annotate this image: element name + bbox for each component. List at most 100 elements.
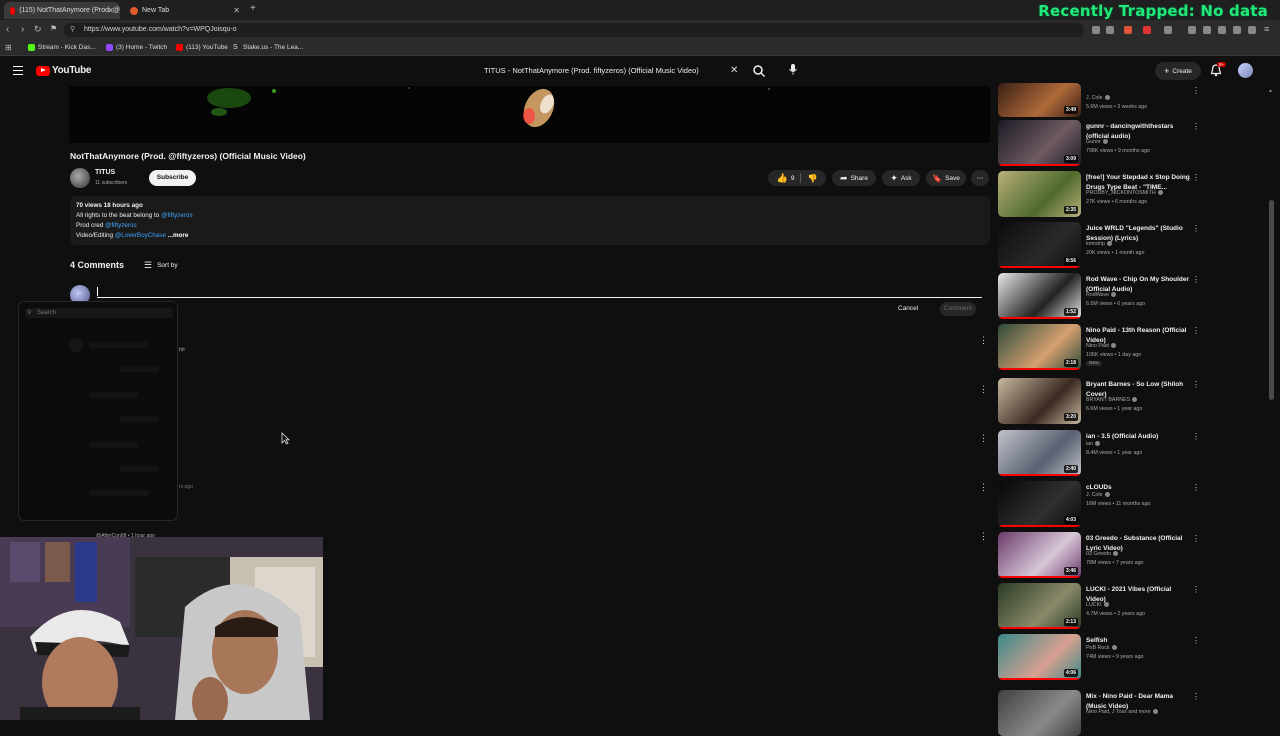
- recommended-channel[interactable]: J. Cole: [1086, 492, 1110, 498]
- mention-link[interactable]: @fiftyzeros: [161, 212, 193, 219]
- apps-grid-icon[interactable]: ⊞: [5, 43, 12, 52]
- recommended-video[interactable]: 4:03 cLOUDs J. Cole 16M views • 11 months a…: [998, 481, 1278, 527]
- show-more-link[interactable]: ...more: [168, 232, 189, 239]
- recommended-channel[interactable]: 03 Greedo: [1086, 551, 1119, 557]
- plus-icon[interactable]: +: [250, 3, 256, 14]
- description-box[interactable]: 70 views 18 hours ago All rights to the …: [70, 196, 990, 245]
- extension-icon[interactable]: [1188, 26, 1196, 34]
- like-button[interactable]: 👍 9: [777, 173, 795, 184]
- close-tab-icon[interactable]: ✕: [233, 6, 240, 15]
- recommended-video[interactable]: 1:52 Rod Wave - Chip On My Shoulder (Offi…: [998, 273, 1278, 319]
- recommended-channel[interactable]: Nino Paid, J Toss and more: [1086, 709, 1158, 715]
- brave-shield-icon[interactable]: [1124, 26, 1132, 34]
- comment-options-icon[interactable]: ⋮: [979, 384, 988, 395]
- video-thumbnail[interactable]: 3:09: [998, 120, 1081, 166]
- recommended-channel[interactable]: ian: [1086, 441, 1101, 447]
- recommended-video[interactable]: 3:46 03 Greedo - Substance (Official Lyri…: [998, 532, 1278, 578]
- recommended-video-title[interactable]: ian - 3.5 (Official Audio): [1086, 432, 1190, 442]
- video-options-icon[interactable]: ⋮: [1192, 534, 1200, 543]
- recommended-video[interactable]: 3:20 Bryant Barnes - So Low (Shiloh Cover…: [998, 378, 1278, 424]
- close-tab-icon[interactable]: ✕: [107, 6, 114, 15]
- search-input[interactable]: TITUS - NotThatAnymore (Prod. fiftyzeros…: [476, 60, 746, 82]
- video-thumbnail[interactable]: 2:18: [998, 324, 1081, 370]
- recommended-channel[interactable]: LUCKI: [1086, 602, 1109, 608]
- sort-by-button[interactable]: ☰ Sort by: [144, 260, 178, 271]
- video-options-icon[interactable]: ⋮: [1192, 173, 1200, 182]
- tab-youtube-video[interactable]: (115) NotThatAnymore (Prod. @ ✕: [4, 2, 120, 19]
- recommended-video[interactable]: 2:13 LUCKI - 2021 Vibes (Official Video) L…: [998, 583, 1278, 629]
- recommended-video[interactable]: 8:56 Juice WRLD "Legends" (Studio Session…: [998, 222, 1278, 268]
- more-actions-icon[interactable]: ⋯: [971, 170, 989, 186]
- comment-options-icon[interactable]: ⋮: [979, 531, 988, 542]
- video-options-icon[interactable]: ⋮: [1192, 275, 1200, 284]
- recommended-channel[interactable]: PnB Rock: [1086, 645, 1117, 651]
- video-options-icon[interactable]: ⋮: [1192, 380, 1200, 389]
- video-thumbnail[interactable]: 1:52: [998, 273, 1081, 319]
- channel-name[interactable]: TITUS: [95, 169, 115, 176]
- share-button[interactable]: ➦ Share: [832, 170, 876, 186]
- emoji-search-input[interactable]: ⚲ Search: [25, 308, 173, 318]
- recommended-video[interactable]: 2:40 ian - 3.5 (Official Audio) ian 8.4M vi…: [998, 430, 1278, 476]
- recommended-video[interactable]: 4:06 Selfish PnB Rock 74M views • 9 years a…: [998, 634, 1278, 680]
- video-options-icon[interactable]: ⋮: [1192, 326, 1200, 335]
- comment-submit-button[interactable]: Comment: [940, 302, 976, 316]
- video-options-icon[interactable]: ⋮: [1192, 636, 1200, 645]
- comment-options-icon[interactable]: ⋮: [979, 335, 988, 346]
- recommended-channel[interactable]: BRYANT BARNES: [1086, 397, 1138, 403]
- bookmark-stake[interactable]: S Stake.us - The Lea...: [233, 44, 303, 51]
- video-thumbnail[interactable]: 8:56: [998, 222, 1081, 268]
- search-icon[interactable]: [752, 64, 766, 78]
- recommended-channel[interactable]: PRODBY_NICKONTOSMITH: [1086, 190, 1163, 196]
- recommended-channel[interactable]: RodWave: [1086, 292, 1117, 298]
- thumbs-down-icon[interactable]: 👎: [807, 174, 817, 183]
- bookmark-icon[interactable]: ⚑: [50, 24, 57, 33]
- recommended-video[interactable]: 2:35 [free!] Your Stepdad x Stop Doing Dr…: [998, 171, 1278, 217]
- comment-options-icon[interactable]: ⋮: [979, 433, 988, 444]
- mention-link[interactable]: @fiftyzeros: [105, 222, 137, 229]
- account-avatar[interactable]: [1238, 63, 1253, 78]
- recommended-video[interactable]: Mix - Nino Paid - Dear Mama (Music Video…: [998, 690, 1278, 736]
- clear-search-icon[interactable]: ✕: [730, 65, 738, 76]
- video-options-icon[interactable]: ⋮: [1192, 483, 1200, 492]
- recommended-channel[interactable]: J. Cole: [1086, 95, 1110, 101]
- save-button[interactable]: 🔖 Save: [926, 170, 966, 186]
- video-thumbnail[interactable]: [998, 690, 1081, 736]
- recommended-channel[interactable]: Gunnr: [1086, 139, 1108, 145]
- recommended-channel[interactable]: kmndrip: [1086, 241, 1112, 247]
- extension-icon[interactable]: [1164, 26, 1172, 34]
- subscribe-button[interactable]: Subscribe: [149, 170, 196, 186]
- video-thumbnail[interactable]: 3:49: [998, 83, 1081, 117]
- reload-icon[interactable]: ↻: [34, 24, 42, 35]
- mention-link[interactable]: @LoverBoyChase: [115, 232, 166, 239]
- comment-options-icon[interactable]: ⋮: [979, 482, 988, 493]
- video-options-icon[interactable]: ⋮: [1192, 122, 1200, 131]
- forward-arrow-icon[interactable]: ›: [21, 24, 24, 35]
- youtube-logo[interactable]: YouTube: [36, 65, 92, 76]
- extension-icon[interactable]: [1218, 26, 1226, 34]
- video-options-icon[interactable]: ⋮: [1192, 692, 1200, 701]
- tab-new-tab[interactable]: New Tab ✕: [124, 2, 246, 19]
- video-thumbnail[interactable]: 3:46: [998, 532, 1081, 578]
- extension-icon[interactable]: [1143, 26, 1151, 34]
- back-arrow-icon[interactable]: ‹: [6, 24, 9, 35]
- scroll-up-arrow-icon[interactable]: ▲: [1268, 88, 1273, 94]
- url-field[interactable]: ⚲ https://www.youtube.com/watch?v=WPQJoi…: [64, 23, 1084, 37]
- cancel-button[interactable]: Cancel: [898, 305, 918, 312]
- page-scrollbar[interactable]: [1269, 200, 1274, 400]
- bookmark-youtube[interactable]: (113) YouTube: [176, 44, 228, 51]
- recommended-video[interactable]: 2:18 Nino Paid - 13th Reason (Official Vi…: [998, 324, 1278, 370]
- video-thumbnail[interactable]: 4:06: [998, 634, 1081, 680]
- hamburger-menu-icon[interactable]: [13, 66, 23, 75]
- bookmark-kick[interactable]: Stream - Kick Das...: [28, 44, 96, 51]
- video-options-icon[interactable]: ⋮: [1192, 86, 1200, 95]
- sidebar-toggle-icon[interactable]: [1203, 26, 1211, 34]
- wallet-icon[interactable]: [1233, 26, 1241, 34]
- extension-icon[interactable]: [1092, 26, 1100, 34]
- video-thumbnail[interactable]: 4:03: [998, 481, 1081, 527]
- microphone-icon[interactable]: [786, 62, 800, 76]
- video-options-icon[interactable]: ⋮: [1192, 432, 1200, 441]
- vpn-icon[interactable]: [1248, 26, 1256, 34]
- recommended-video[interactable]: 3:09 gunnr - dancingwiththestars (officia…: [998, 120, 1278, 166]
- emoji-picker-popup[interactable]: ⚲ Search: [18, 301, 178, 521]
- video-thumbnail[interactable]: 2:35: [998, 171, 1081, 217]
